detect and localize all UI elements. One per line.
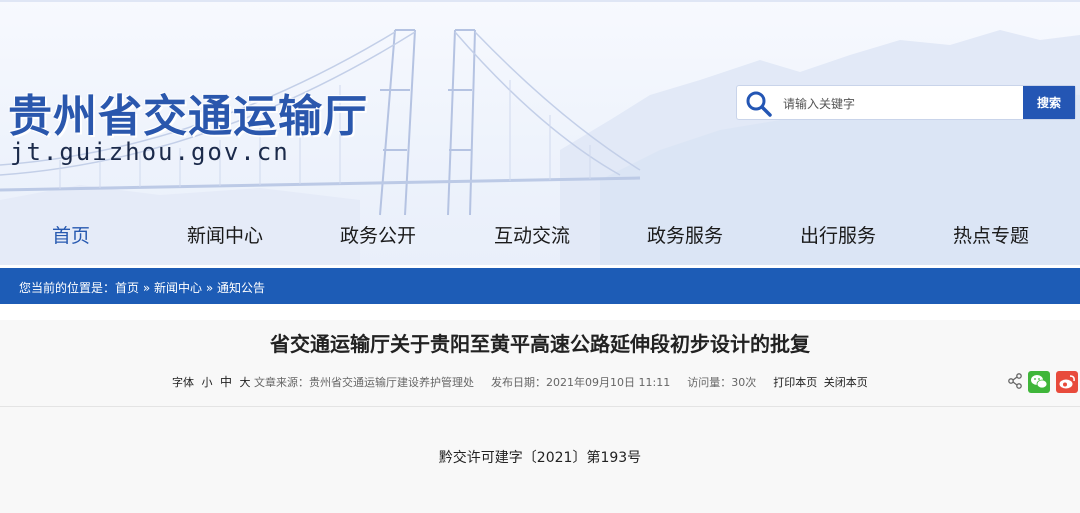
article-content: 省交通运输厅关于贵阳至黄平高速公路延伸段初步设计的批复 字体 小 中 大 文章来… (0, 320, 1080, 513)
article-meta: 字体 小 中 大 文章来源：贵州省交通运输厅建设养护管理处 发布日期：2021年… (172, 373, 868, 390)
site-header: 贵州省交通运输厅 jt.guizhou.gov.cn 搜索 首页 新闻中心 政务… (0, 0, 1080, 265)
article-source: 贵州省交通运输厅建设养护管理处 (309, 376, 475, 389)
nav-item-travel-service[interactable]: 出行服务 (800, 221, 876, 248)
font-size-medium[interactable]: 中 (220, 373, 232, 390)
search-input[interactable] (781, 92, 1015, 116)
wechat-icon[interactable] (1028, 371, 1050, 393)
breadcrumb: 您当前的位置是：首页 » 新闻中心 » 通知公告 (19, 279, 265, 296)
publish-date: 2021年09月10日 11:11 (546, 376, 671, 389)
nav-item-interaction[interactable]: 互动交流 (494, 221, 570, 248)
nav-item-hot-topics[interactable]: 热点专题 (953, 221, 1029, 248)
print-button[interactable]: 打印本页 (773, 374, 817, 390)
breadcrumb-prefix: 您当前的位置是： (19, 281, 116, 295)
font-size-small[interactable]: 小 (202, 374, 213, 390)
nav-item-gov-open[interactable]: 政务公开 (340, 221, 416, 248)
views-label: 访问量： (687, 376, 732, 389)
meta-divider (0, 406, 1080, 407)
font-size-label: 字体 (172, 376, 194, 389)
document-number: 黔交许可建字〔2021〕第193号 (438, 450, 642, 466)
close-button[interactable]: 关闭本页 (824, 374, 868, 390)
weibo-icon[interactable] (1056, 371, 1078, 393)
site-domain: jt.guizhou.gov.cn (10, 138, 290, 166)
date-label: 发布日期： (491, 376, 547, 389)
nav-item-home[interactable]: 首页 (52, 221, 90, 248)
search-box: 搜索 (736, 85, 1076, 120)
search-button[interactable]: 搜索 (1023, 86, 1075, 119)
nav-item-news[interactable]: 新闻中心 (187, 221, 263, 248)
main-nav: 首页 新闻中心 政务公开 互动交流 政务服务 出行服务 热点专题 (0, 213, 1080, 253)
site-title: 贵州省交通运输厅 (8, 91, 368, 142)
article-title: 省交通运输厅关于贵阳至黄平高速公路延伸段初步设计的批复 (270, 332, 810, 356)
share-icon[interactable] (1007, 373, 1023, 389)
breadcrumb-home[interactable]: 首页 (115, 281, 139, 295)
breadcrumb-bar: 您当前的位置是：首页 » 新闻中心 » 通知公告 (0, 268, 1080, 304)
breadcrumb-separator: » (202, 281, 218, 295)
font-size-large[interactable]: 大 (240, 374, 251, 390)
breadcrumb-separator: » (139, 281, 155, 295)
search-icon[interactable] (745, 90, 773, 118)
breadcrumb-notices[interactable]: 通知公告 (217, 281, 265, 295)
breadcrumb-news[interactable]: 新闻中心 (154, 281, 202, 295)
source-label: 文章来源： (254, 376, 310, 389)
nav-item-gov-service[interactable]: 政务服务 (647, 221, 723, 248)
view-count: 30次 (731, 376, 757, 389)
